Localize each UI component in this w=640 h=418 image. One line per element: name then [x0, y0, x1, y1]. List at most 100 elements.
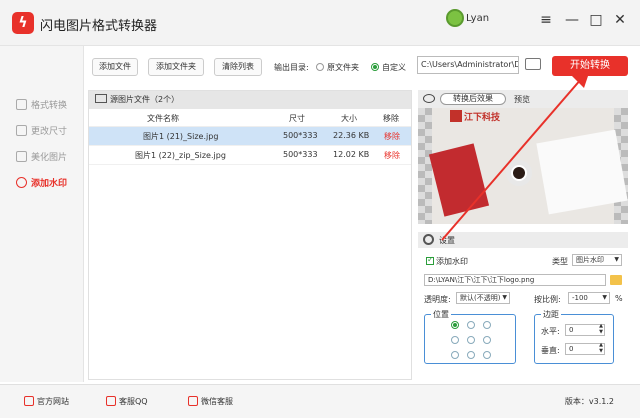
col-name: 文件名称	[147, 114, 179, 123]
start-convert-button[interactable]: 开始转换	[552, 56, 628, 76]
qq-icon	[106, 396, 116, 406]
radio-original-folder[interactable]: 原文件夹	[316, 62, 359, 73]
scale-unit: %	[615, 294, 623, 303]
checkbox-box	[426, 255, 434, 265]
keyboard-shape	[536, 129, 628, 215]
table-row[interactable]: 图片1 (22)_zip_Size.jpg 500*333 12.02 KB 移…	[89, 146, 411, 165]
app-title: 闪电图片格式转换器	[40, 19, 158, 34]
position-bottom-right[interactable]	[483, 351, 491, 359]
minimize-button[interactable]: —	[562, 10, 582, 30]
position-bottom-center[interactable]	[467, 351, 475, 359]
home-icon	[24, 396, 34, 406]
margin-group: 边距 水平: 0 ▲ ▼ 垂直: 0 ▲ ▼	[534, 309, 614, 364]
position-middle-right[interactable]	[483, 336, 491, 344]
settings-title: 设置	[439, 236, 455, 245]
vertical-label: 垂直:	[541, 346, 560, 355]
opacity-label: 透明度:	[424, 295, 451, 304]
toolbar: 添加文件 添加文件夹 清除列表 输出目录: 原文件夹 自定义 C:\Users\…	[84, 46, 640, 88]
remove-link[interactable]: 移除	[384, 131, 400, 142]
position-middle-left[interactable]	[451, 336, 459, 344]
table-header: 文件名称 尺寸 大小 移除	[89, 109, 411, 127]
close-button[interactable]: ✕	[610, 10, 630, 30]
file-dimension: 500*333	[283, 150, 318, 159]
col-dimension: 尺寸	[289, 114, 305, 123]
type-label: 类型	[552, 257, 568, 266]
beautify-icon	[16, 151, 27, 162]
app-logo-icon: ϟ	[12, 12, 34, 34]
col-size: 大小	[341, 114, 357, 123]
gear-icon	[423, 234, 434, 245]
sidebar-item-format-convert[interactable]: 格式转换	[16, 98, 67, 114]
settings-panel: 添加水印 类型 图片水印▼ D:\LYAN\江下\江下\江下logo.png 透…	[418, 248, 628, 380]
file-dimension: 500*333	[283, 131, 318, 140]
add-watermark-checkbox[interactable]: 添加水印	[426, 255, 468, 267]
preview-mode-select[interactable]: 转换后效果	[440, 93, 506, 105]
chevron-down-icon: ▼	[602, 294, 607, 301]
position-center[interactable]	[467, 336, 475, 344]
coffee-cup-shape	[506, 160, 532, 186]
file-name: 图片1 (22)_zip_Size.jpg	[135, 151, 226, 160]
horizontal-label: 水平:	[541, 327, 560, 336]
scale-select[interactable]: -100 ▼	[568, 292, 610, 304]
version-label: 版本：v3.1.2	[564, 397, 614, 406]
radio-custom-folder[interactable]: 自定义	[371, 62, 406, 73]
output-dir-label: 输出目录:	[274, 63, 309, 72]
sidebar-item-beautify[interactable]: 美化图片	[16, 150, 67, 166]
position-top-left[interactable]	[451, 321, 459, 329]
position-group: 位置	[424, 309, 516, 364]
preview-image: 江下科技	[418, 108, 628, 224]
preview-photo: 江下科技	[428, 108, 628, 224]
vertical-stepper[interactable]: 0 ▲ ▼	[565, 342, 605, 355]
wechat-support-link[interactable]: 微信客服	[188, 396, 233, 407]
qq-support-link[interactable]: 客服QQ	[106, 396, 148, 407]
margin-title: 边距	[541, 309, 561, 320]
file-list-panel: 源图片文件（2个） 文件名称 尺寸 大小 移除 图片1 (21)_Size.jp…	[88, 90, 412, 380]
radio-dot	[316, 63, 324, 71]
folder-icon[interactable]	[525, 58, 541, 70]
file-list-header: 源图片文件（2个）	[89, 91, 411, 109]
convert-icon	[16, 99, 27, 110]
notebook-shape	[428, 143, 490, 217]
type-select[interactable]: 图片水印 ▼	[572, 254, 622, 266]
preview-header: 转换后效果 预览	[418, 90, 628, 108]
position-bottom-left[interactable]	[451, 351, 459, 359]
folder-icon[interactable]	[610, 275, 622, 285]
chevron-down-icon: ▼	[502, 294, 507, 301]
col-remove: 移除	[383, 114, 399, 123]
eye-icon	[423, 94, 435, 103]
stepper-arrows-icon[interactable]: ▲ ▼	[599, 323, 603, 335]
footer: 官方网站 客服QQ 微信客服 版本：v3.1.2	[0, 384, 640, 418]
clear-list-button[interactable]: 清除列表	[214, 58, 262, 76]
opacity-select[interactable]: 默认(不透明) ▼	[456, 292, 510, 304]
watermark-icon	[16, 177, 27, 188]
user-avatar[interactable]	[446, 9, 464, 27]
remove-link[interactable]: 移除	[384, 150, 400, 161]
preview-label: 预览	[514, 95, 530, 104]
sidebar: 格式转换 更改尺寸 美化图片 添加水印	[0, 46, 84, 382]
wechat-icon	[188, 396, 198, 406]
add-file-button[interactable]: 添加文件	[92, 58, 138, 76]
official-website-link[interactable]: 官方网站	[24, 396, 69, 407]
stepper-arrows-icon[interactable]: ▲ ▼	[599, 342, 603, 354]
maximize-button[interactable]: □	[586, 10, 606, 30]
username[interactable]: Lyan	[466, 13, 489, 24]
sidebar-item-resize[interactable]: 更改尺寸	[16, 124, 67, 140]
file-size: 22.36 KB	[333, 131, 370, 140]
watermark-overlay: 江下科技	[450, 110, 500, 124]
scale-label: 按比例:	[534, 295, 561, 304]
position-top-right[interactable]	[483, 321, 491, 329]
menu-icon[interactable]: ≡	[536, 10, 556, 30]
add-folder-button[interactable]: 添加文件夹	[148, 58, 204, 76]
file-name: 图片1 (21)_Size.jpg	[143, 132, 219, 141]
radio-dot	[371, 63, 379, 71]
position-top-center[interactable]	[467, 321, 475, 329]
watermark-path-input[interactable]: D:\LYAN\江下\江下\江下logo.png	[424, 274, 606, 286]
table-row[interactable]: 图片1 (21)_Size.jpg 500*333 22.36 KB 移除	[89, 127, 411, 146]
sidebar-item-watermark[interactable]: 添加水印	[16, 176, 67, 192]
watermark-logo-icon	[450, 110, 462, 122]
chevron-down-icon: ▼	[614, 256, 619, 263]
resize-icon	[16, 125, 27, 136]
horizontal-stepper[interactable]: 0 ▲ ▼	[565, 323, 605, 336]
output-path-input[interactable]: C:\Users\Administrator\De	[417, 56, 519, 74]
image-icon	[95, 94, 107, 103]
